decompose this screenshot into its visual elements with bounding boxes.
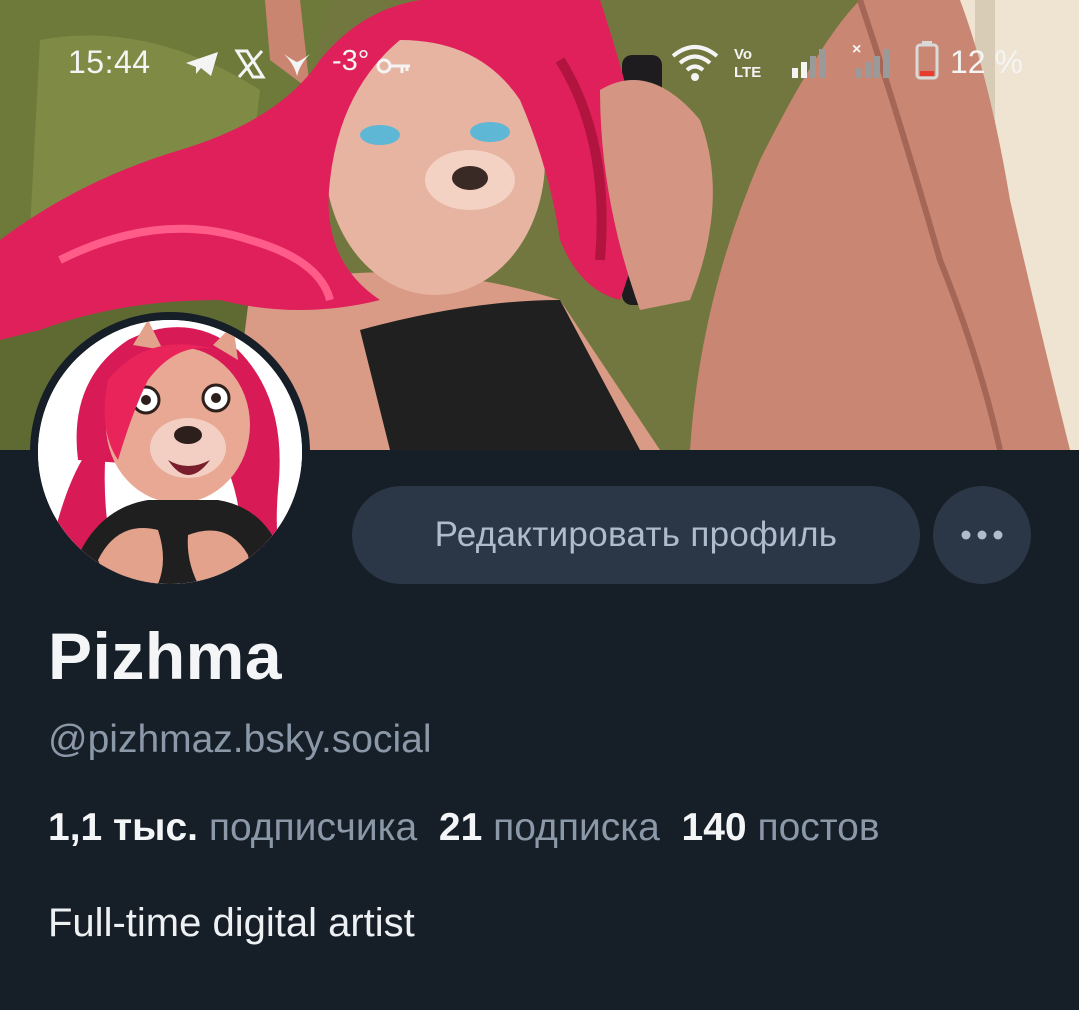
key-icon [376,58,410,74]
status-temperature: -3° [332,45,370,77]
x-icon [234,49,266,79]
profile-bio: Full-time digital artist [48,901,415,945]
svg-text:Vo: Vo [734,46,752,63]
wifi-icon [671,45,719,81]
battery-low-icon [915,41,939,80]
followers-label: подписчика [208,806,418,849]
avatar-illustration [38,320,302,584]
telegram-icon [186,52,218,76]
posts-label: постов [757,806,880,849]
more-options-button[interactable] [933,486,1031,584]
bird-icon [284,54,310,76]
profile-stats: 1,1 тыс. подписчика 21 подписка 140 пост… [48,806,880,850]
edit-profile-button[interactable]: Редактировать профиль [352,486,920,584]
posts-stat: 140 постов [682,806,880,849]
followers-count: 1,1 тыс. [48,806,198,849]
svg-text:LTE: LTE [734,64,761,80]
status-battery-percent: 12 % [950,44,1023,80]
following-stat[interactable]: 21 подписка [439,806,660,849]
signal-icon [792,49,825,78]
posts-count: 140 [681,806,747,849]
following-label: подписка [493,806,660,849]
svg-text:×: × [852,41,861,58]
display-name: Pizhma [48,619,283,693]
status-time: 15:44 [68,44,151,80]
signal-no-service-icon: × [852,41,889,78]
followers-stat[interactable]: 1,1 тыс. подписчика [48,806,417,849]
user-handle: @pizhmaz.bsky.social [48,718,432,761]
volte-icon: Vo LTE [734,46,761,80]
status-bar: 15:44 -3° Vo LTE × 12 % [0,0,1079,120]
more-dots-icon [961,530,1003,540]
avatar[interactable] [38,320,302,584]
following-count: 21 [438,806,483,849]
